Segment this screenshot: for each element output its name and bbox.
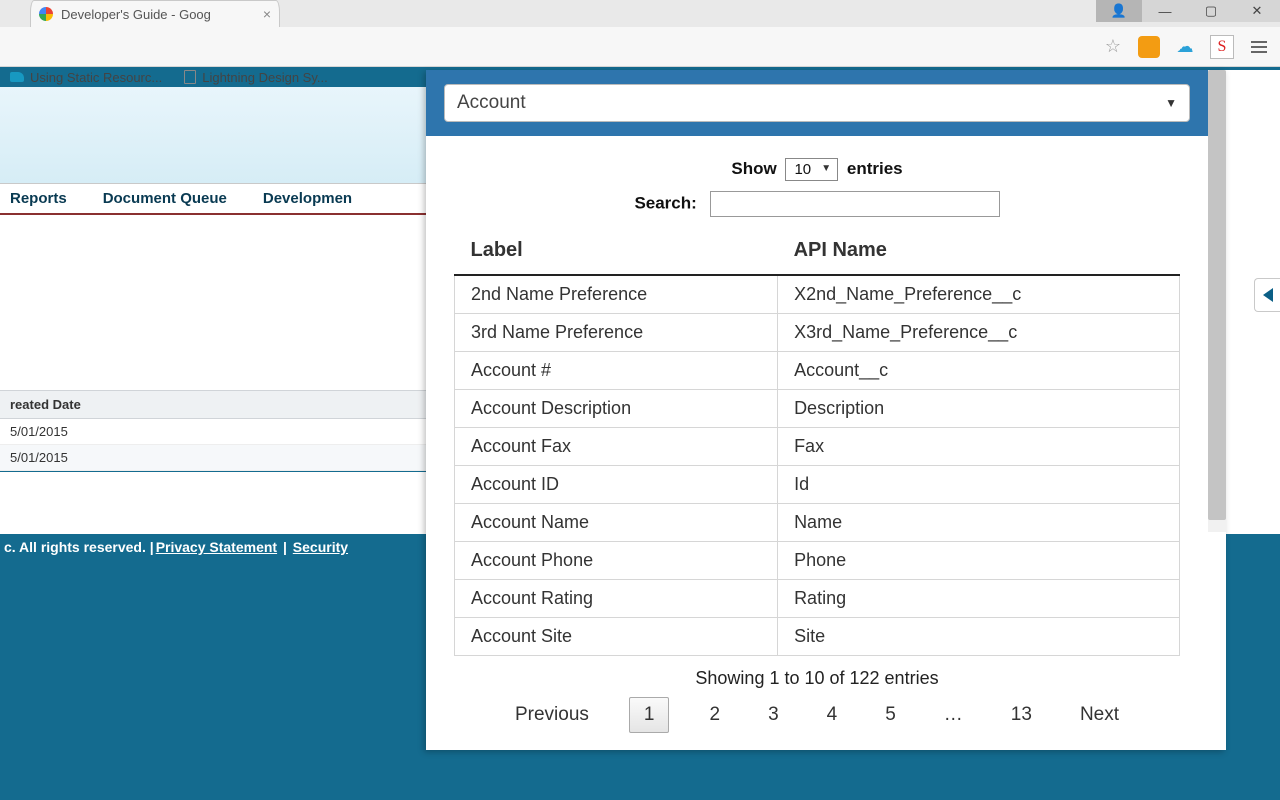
cell-api-name: Phone	[778, 542, 1180, 580]
cell-label: Account #	[455, 352, 778, 390]
table-row[interactable]: Account RatingRating	[455, 580, 1180, 618]
page-previous[interactable]: Previous	[507, 700, 597, 730]
popup-scrollbar-thumb[interactable]	[1208, 70, 1226, 520]
triangle-left-icon	[1263, 288, 1273, 302]
table-row[interactable]: Account PhonePhone	[455, 542, 1180, 580]
table-row[interactable]: Account NameName	[455, 504, 1180, 542]
bookmark-star-icon[interactable]: ☆	[1102, 36, 1124, 58]
extension-icon-1[interactable]	[1138, 36, 1160, 58]
page-number[interactable]: 5	[877, 700, 904, 730]
length-control: Show 10 entries	[454, 158, 1180, 181]
page-next[interactable]: Next	[1072, 700, 1127, 730]
popup-scrollbar-track[interactable]	[1208, 70, 1226, 532]
cell-label: Account Phone	[455, 542, 778, 580]
col-api-name[interactable]: API Name	[778, 231, 1180, 275]
cell-label: 3rd Name Preference	[455, 314, 778, 352]
cell-label: Account ID	[455, 466, 778, 504]
cell-label: Account Name	[455, 504, 778, 542]
page-favicon-icon	[184, 70, 196, 84]
page-ellipsis: …	[936, 700, 971, 730]
cell-api-name: Account__c	[778, 352, 1180, 390]
cell-api-name: Site	[778, 618, 1180, 656]
cell-api-name: X2nd_Name_Preference__c	[778, 275, 1180, 314]
cell-label: Account Description	[455, 390, 778, 428]
active-extension-icon[interactable]: S	[1210, 35, 1234, 59]
col-label[interactable]: Label	[455, 231, 778, 275]
cell-label: 2nd Name Preference	[455, 275, 778, 314]
window-minimize-button[interactable]: —	[1142, 0, 1188, 22]
chrome-menu-icon[interactable]	[1248, 36, 1270, 58]
table-row[interactable]: Account #Account__c	[455, 352, 1180, 390]
close-tab-icon[interactable]: ×	[263, 6, 271, 22]
search-input[interactable]	[710, 191, 1000, 217]
popup-header: Account ▼	[426, 70, 1208, 136]
object-select-value: Account	[457, 92, 526, 114]
table-row[interactable]: Account SiteSite	[455, 618, 1180, 656]
window-close-button[interactable]: ✕	[1234, 0, 1280, 22]
cell-api-name: Rating	[778, 580, 1180, 618]
table-row[interactable]: Account IDId	[455, 466, 1180, 504]
browser-toolbar: ☆ ☁ S	[0, 27, 1280, 67]
cell-api-name: Name	[778, 504, 1180, 542]
object-select[interactable]: Account ▼	[444, 84, 1190, 122]
table-info: Showing 1 to 10 of 122 entries	[454, 668, 1180, 689]
table-row[interactable]: Account FaxFax	[455, 428, 1180, 466]
cell-api-name: Description	[778, 390, 1180, 428]
nav-tab-document-queue[interactable]: Document Queue	[103, 190, 227, 207]
cell-api-name: Id	[778, 466, 1180, 504]
tab-title: Developer's Guide - Goog	[61, 7, 257, 22]
page-number[interactable]: 1	[629, 697, 670, 733]
bookmark-item[interactable]: Using Static Resourc...	[10, 70, 162, 85]
window-maximize-button[interactable]: ▢	[1188, 0, 1234, 22]
table-row[interactable]: 3rd Name PreferenceX3rd_Name_Preference_…	[455, 314, 1180, 352]
footer-security-link[interactable]: Security	[293, 539, 348, 555]
bookmark-item[interactable]: Lightning Design Sy...	[184, 70, 328, 85]
user-icon[interactable]: 👤	[1096, 0, 1142, 22]
fields-table: Label API Name 2nd Name PreferenceX2nd_N…	[454, 231, 1180, 656]
page-number[interactable]: 4	[819, 700, 846, 730]
browser-tab[interactable]: Developer's Guide - Goog ×	[30, 0, 280, 27]
table-row[interactable]: 2nd Name PreferenceX2nd_Name_Preference_…	[455, 275, 1180, 314]
cell-api-name: X3rd_Name_Preference__c	[778, 314, 1180, 352]
cell-label: Account Rating	[455, 580, 778, 618]
table-row[interactable]: Account DescriptionDescription	[455, 390, 1180, 428]
search-control: Search:	[454, 191, 1180, 217]
page-number[interactable]: 2	[701, 700, 728, 730]
pagination: Previous 1 2 3 4 5 … 13 Next	[454, 697, 1180, 751]
extension-popup: Account ▼ Show 10 entries Search: Label …	[426, 70, 1226, 750]
chevron-down-icon: ▼	[1165, 96, 1177, 110]
page-number[interactable]: 3	[760, 700, 787, 730]
cell-label: Account Fax	[455, 428, 778, 466]
nav-tab-development[interactable]: Developmen	[263, 190, 352, 207]
chrome-favicon-icon	[39, 7, 53, 21]
nav-tab-reports[interactable]: Reports	[10, 190, 67, 207]
browser-titlebar: Developer's Guide - Goog × 👤 — ▢ ✕	[0, 0, 1280, 27]
page-number[interactable]: 13	[1003, 700, 1040, 730]
cell-label: Account Site	[455, 618, 778, 656]
page-length-select[interactable]: 10	[785, 158, 838, 181]
footer-privacy-link[interactable]: Privacy Statement	[156, 539, 277, 555]
salesforce-cloud-icon[interactable]: ☁	[1174, 36, 1196, 58]
side-collapse-handle[interactable]	[1254, 278, 1280, 312]
cell-api-name: Fax	[778, 428, 1180, 466]
salesforce-favicon-icon	[10, 72, 24, 82]
